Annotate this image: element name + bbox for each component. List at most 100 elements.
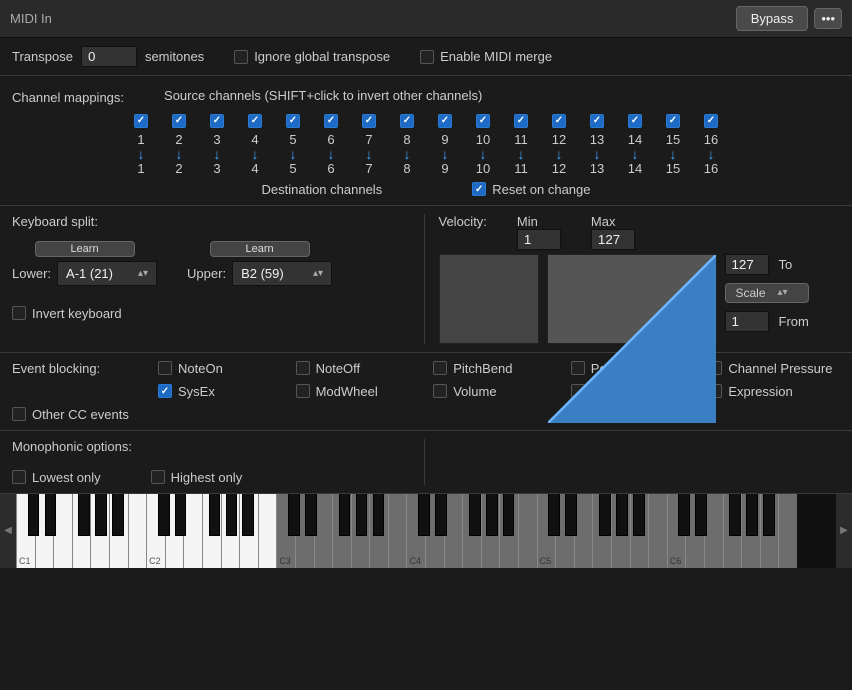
source-channel-15-checkbox[interactable] bbox=[666, 114, 680, 128]
bypass-button[interactable]: Bypass bbox=[736, 6, 809, 31]
dest-channel-6-select[interactable]: 6 bbox=[312, 161, 350, 176]
lower-learn-button[interactable]: Learn bbox=[35, 241, 135, 257]
white-key[interactable] bbox=[723, 494, 742, 568]
eb-pitchbend-checkbox[interactable]: PitchBend bbox=[433, 361, 565, 376]
dest-channel-16-select[interactable]: 16 bbox=[692, 161, 730, 176]
source-channel-16-checkbox[interactable] bbox=[704, 114, 718, 128]
lowest-only-checkbox[interactable]: Lowest only bbox=[12, 470, 101, 485]
keyboard-scroll-left[interactable]: ◀ bbox=[0, 494, 16, 568]
source-channel-14-checkbox[interactable] bbox=[628, 114, 642, 128]
white-key[interactable] bbox=[314, 494, 333, 568]
velocity-min-input[interactable] bbox=[517, 229, 561, 250]
white-key[interactable]: C6 bbox=[667, 494, 686, 568]
keyboard-scroll-right[interactable]: ▶ bbox=[836, 494, 852, 568]
white-key[interactable] bbox=[630, 494, 649, 568]
eb-channel-pressure-checkbox[interactable]: Channel Pressure bbox=[708, 361, 840, 376]
white-key[interactable] bbox=[128, 494, 147, 568]
ignore-global-checkbox[interactable]: Ignore global transpose bbox=[234, 49, 390, 64]
white-key[interactable] bbox=[258, 494, 277, 568]
source-channel-10-checkbox[interactable] bbox=[476, 114, 490, 128]
velocity-from-input[interactable] bbox=[725, 311, 769, 332]
invert-keyboard-checkbox[interactable]: Invert keyboard bbox=[12, 306, 122, 321]
white-key[interactable] bbox=[388, 494, 407, 568]
source-channel-12-checkbox[interactable] bbox=[552, 114, 566, 128]
white-key[interactable] bbox=[518, 494, 537, 568]
eb-noteoff-checkbox[interactable]: NoteOff bbox=[296, 361, 428, 376]
source-channel-1-checkbox[interactable] bbox=[134, 114, 148, 128]
source-channel-11-checkbox[interactable] bbox=[514, 114, 528, 128]
velocity-to-input[interactable] bbox=[725, 254, 769, 275]
white-key[interactable] bbox=[462, 494, 481, 568]
white-key[interactable] bbox=[221, 494, 240, 568]
white-key[interactable] bbox=[35, 494, 54, 568]
dest-channel-8-select[interactable]: 8 bbox=[388, 161, 426, 176]
dest-channel-1-select[interactable]: 1 bbox=[122, 161, 160, 176]
menu-button[interactable]: ••• bbox=[814, 8, 842, 29]
source-channel-4-checkbox[interactable] bbox=[248, 114, 262, 128]
source-channel-13-checkbox[interactable] bbox=[590, 114, 604, 128]
dest-channel-2-select[interactable]: 2 bbox=[160, 161, 198, 176]
source-channel-2-checkbox[interactable] bbox=[172, 114, 186, 128]
dest-channel-10-select[interactable]: 10 bbox=[464, 161, 502, 176]
white-key[interactable]: C5 bbox=[537, 494, 556, 568]
source-channel-3-checkbox[interactable] bbox=[210, 114, 224, 128]
white-key[interactable]: C4 bbox=[406, 494, 425, 568]
eb-noteon-checkbox[interactable]: NoteOn bbox=[158, 361, 290, 376]
dest-channel-4-select[interactable]: 4 bbox=[236, 161, 274, 176]
white-key[interactable] bbox=[90, 494, 109, 568]
white-key[interactable] bbox=[109, 494, 128, 568]
white-key[interactable] bbox=[332, 494, 351, 568]
white-key[interactable] bbox=[444, 494, 463, 568]
white-key[interactable]: C2 bbox=[146, 494, 165, 568]
velocity-curve[interactable] bbox=[547, 254, 717, 344]
white-key[interactable] bbox=[760, 494, 779, 568]
white-key[interactable] bbox=[592, 494, 611, 568]
dest-channel-15-select[interactable]: 15 bbox=[654, 161, 692, 176]
white-key[interactable] bbox=[183, 494, 202, 568]
dest-channel-12-select[interactable]: 12 bbox=[540, 161, 578, 176]
white-key[interactable] bbox=[369, 494, 388, 568]
eb-other-cc-events-checkbox[interactable]: Other CC events bbox=[12, 407, 152, 422]
velocity-max-input[interactable] bbox=[591, 229, 635, 250]
white-key[interactable]: C1 bbox=[16, 494, 35, 568]
white-key[interactable] bbox=[425, 494, 444, 568]
white-key[interactable] bbox=[499, 494, 518, 568]
white-key[interactable] bbox=[555, 494, 574, 568]
white-key[interactable] bbox=[648, 494, 667, 568]
white-key[interactable] bbox=[72, 494, 91, 568]
dest-channel-3-select[interactable]: 3 bbox=[198, 161, 236, 176]
white-key[interactable] bbox=[165, 494, 184, 568]
source-channel-7-checkbox[interactable] bbox=[362, 114, 376, 128]
white-key[interactable] bbox=[239, 494, 258, 568]
white-key[interactable] bbox=[778, 494, 797, 568]
upper-learn-button[interactable]: Learn bbox=[210, 241, 310, 257]
eb-sysex-checkbox[interactable]: SysEx bbox=[158, 384, 290, 399]
eb-modwheel-checkbox[interactable]: ModWheel bbox=[296, 384, 428, 399]
dest-channel-7-select[interactable]: 7 bbox=[350, 161, 388, 176]
white-key[interactable] bbox=[611, 494, 630, 568]
white-key[interactable] bbox=[685, 494, 704, 568]
white-key[interactable] bbox=[53, 494, 72, 568]
dest-channel-9-select[interactable]: 9 bbox=[426, 161, 464, 176]
white-key[interactable] bbox=[574, 494, 593, 568]
dest-channel-14-select[interactable]: 14 bbox=[616, 161, 654, 176]
source-channel-8-checkbox[interactable] bbox=[400, 114, 414, 128]
velocity-curve-mode-select[interactable]: Scale ▴▾ bbox=[725, 283, 809, 303]
dest-channel-13-select[interactable]: 13 bbox=[578, 161, 616, 176]
lower-select[interactable]: A-1 (21) ▴▾ bbox=[57, 261, 157, 286]
white-key[interactable]: C3 bbox=[276, 494, 295, 568]
eb-expression-checkbox[interactable]: Expression bbox=[708, 384, 840, 399]
eb-volume-checkbox[interactable]: Volume bbox=[433, 384, 565, 399]
source-channel-6-checkbox[interactable] bbox=[324, 114, 338, 128]
reset-on-change-checkbox[interactable]: Reset on change bbox=[472, 182, 590, 197]
dest-channel-11-select[interactable]: 11 bbox=[502, 161, 540, 176]
source-channel-9-checkbox[interactable] bbox=[438, 114, 452, 128]
white-key[interactable] bbox=[481, 494, 500, 568]
white-key[interactable] bbox=[202, 494, 221, 568]
white-key[interactable] bbox=[295, 494, 314, 568]
upper-select[interactable]: B2 (59) ▴▾ bbox=[232, 261, 332, 286]
source-channel-5-checkbox[interactable] bbox=[286, 114, 300, 128]
white-key[interactable] bbox=[741, 494, 760, 568]
dest-channel-5-select[interactable]: 5 bbox=[274, 161, 312, 176]
white-key[interactable] bbox=[704, 494, 723, 568]
